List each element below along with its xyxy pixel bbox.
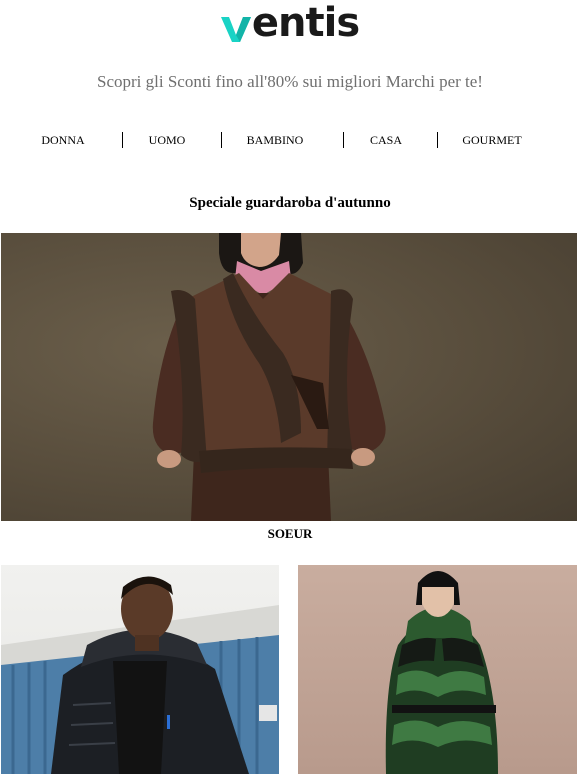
nav-divider — [437, 132, 438, 148]
hero-illustration — [152, 233, 386, 521]
woman-green-coat-illustration — [385, 571, 498, 774]
nav-divider — [343, 132, 344, 148]
product-image-man-puffer[interactable] — [1, 565, 279, 774]
nav-item-gourmet[interactable]: GOURMET — [462, 130, 521, 150]
logo-v-mark — [220, 17, 251, 42]
man-puffer-illustration — [1, 576, 279, 774]
hero-brand-caption[interactable]: SOEUR — [0, 526, 580, 542]
brand-logo[interactable]: entis — [0, 0, 580, 46]
tagline: Scopri gli Sconti fino all'80% sui migli… — [97, 72, 483, 91]
brand-name-text: entis — [251, 0, 360, 46]
email-page: entis Scopri gli Sconti fino all'80% sui… — [0, 0, 580, 774]
nav-item-uomo[interactable]: UOMO — [149, 130, 186, 150]
product-image-woman-green-coat[interactable] — [298, 565, 577, 774]
section-title: Speciale guardaroba d'autunno — [189, 195, 391, 211]
brand-wordmark: entis — [220, 0, 360, 46]
nav-divider — [122, 132, 123, 148]
nav-item-donna[interactable]: DONNA — [41, 130, 84, 150]
nav-item-bambino[interactable]: BAMBINO — [247, 130, 304, 150]
nav-item-casa[interactable]: CASA — [370, 130, 402, 150]
category-nav: DONNA UOMO BAMBINO CASA GOURMET — [0, 130, 580, 152]
nav-divider — [221, 132, 222, 148]
hero-banner-image[interactable] — [1, 233, 577, 521]
